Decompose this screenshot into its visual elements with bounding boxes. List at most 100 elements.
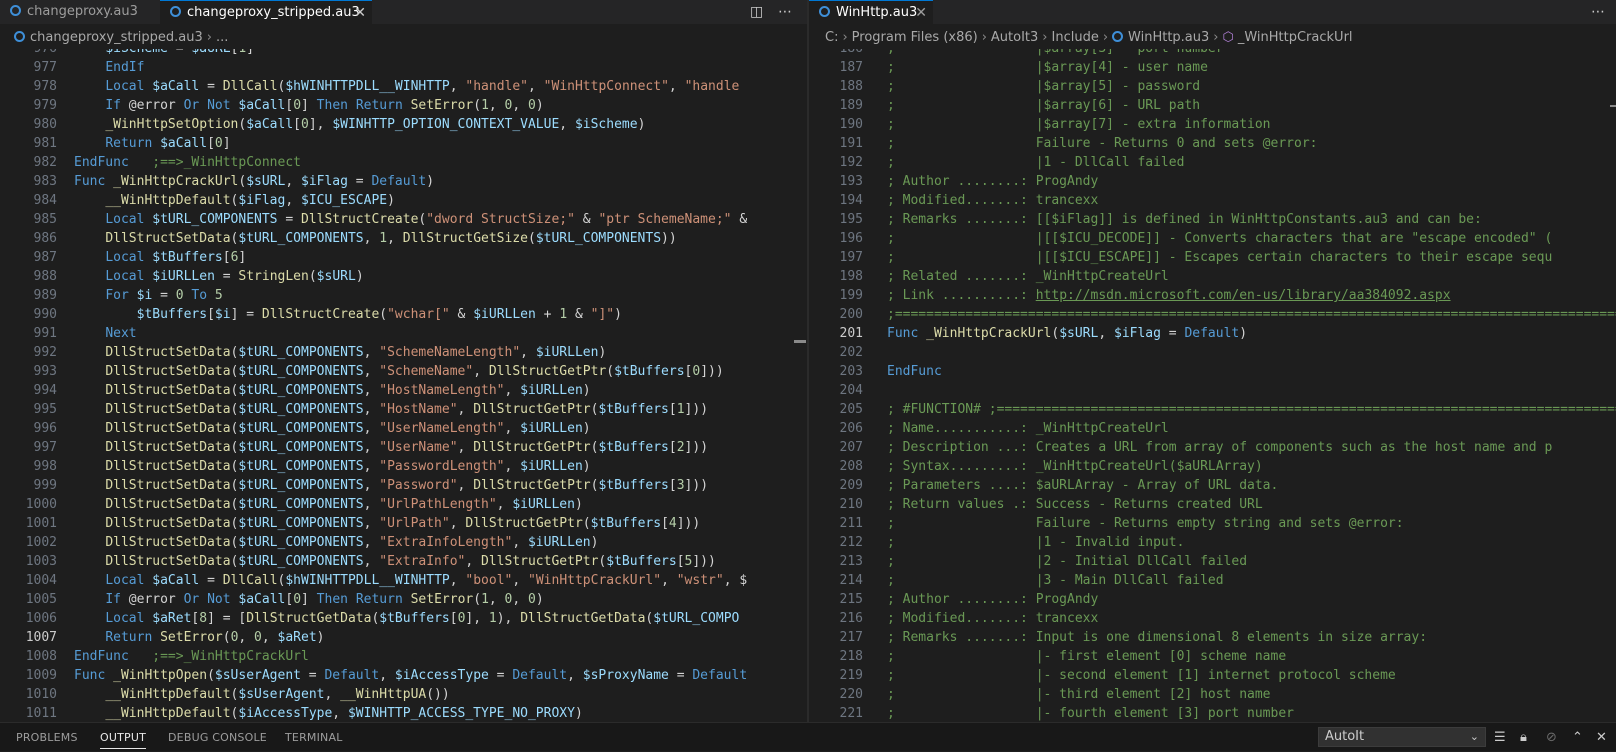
- right-code-editor[interactable]: 186 ; |$array[3] - port number 187 ; |$arra…: [809, 49, 1616, 722]
- code-line[interactable]: 1005 If @error Or Not $aCall[0] Then Ret…: [0, 590, 807, 609]
- breadcrumb-more[interactable]: ...: [216, 30, 228, 45]
- code-line[interactable]: 207 ; Description ...: Creates a URL from…: [809, 438, 1616, 457]
- tab-output[interactable]: OUTPUT: [100, 723, 147, 752]
- code-line[interactable]: 208 ; Syntax.........: _WinHttpCreateUrl(…: [809, 457, 1616, 476]
- breadcrumb-include[interactable]: Include: [1052, 30, 1099, 45]
- code-line[interactable]: 989 For $i = 0 To 5: [0, 286, 807, 305]
- code-line[interactable]: 191 ; Failure - Returns 0 and sets @error…: [809, 134, 1616, 153]
- code-line[interactable]: 194 ; Modified.......: trancexx: [809, 191, 1616, 210]
- code-line[interactable]: 199 ; Link ..........: http://msdn.micros…: [809, 286, 1616, 305]
- tab-winhttp[interactable]: WinHttp.au3 ✕: [809, 0, 933, 24]
- code-line[interactable]: 217 ; Remarks .......: Input is one dimen…: [809, 628, 1616, 647]
- code-line[interactable]: 197 ; |[[$ICU_ESCAPE]] - Escapes certain …: [809, 248, 1616, 267]
- code-line[interactable]: 1001 DllStructSetData ($tURL_COMPONENTS, …: [0, 514, 807, 533]
- code-line[interactable]: 209 ; Parameters ....: $aURLArray - Array…: [809, 476, 1616, 495]
- code-line[interactable]: 221 ; |- fourth element [3] port number: [809, 704, 1616, 722]
- code-line[interactable]: 978 Local $aCall = DllCall($hWINHTTPDLL_…: [0, 77, 807, 96]
- code-line[interactable]: 1002 DllStructSetData($tURL_COMPONENTS, …: [0, 533, 807, 552]
- code-line[interactable]: 986 DllStructSetData($tURL_COMPONENTS, 1…: [0, 229, 807, 248]
- tab-changeproxy[interactable]: changeproxy.au3: [0, 0, 156, 24]
- code-line[interactable]: 205 ; #FUNCTION# ;=======================…: [809, 400, 1616, 419]
- breadcrumb-program-files[interactable]: Program Files (x86): [852, 30, 978, 45]
- code-line[interactable]: 979 If @error Or Not $aCall[0] Then Retu…: [0, 96, 807, 115]
- breadcrumb-symbol[interactable]: _WinHttpCrackUrl: [1238, 30, 1353, 45]
- code-line[interactable]: 214 ; |3 - Main DllCall failed: [809, 571, 1616, 590]
- code-line[interactable]: 186 ; |$array[3] - port number: [809, 49, 1616, 58]
- tab-changeproxy-stripped[interactable]: changeproxy_stripped.au3 ✕: [160, 0, 372, 24]
- code-line[interactable]: 999 DllStructSetData($tURL_COMPONENTS, "…: [0, 476, 807, 495]
- code-line[interactable]: 1000 DllStructSetData($tURL_COMPONENTS, …: [0, 495, 807, 514]
- breadcrumb-drive[interactable]: C:: [825, 30, 838, 45]
- code-line[interactable]: 211 ; Failure - Returns empty string and …: [809, 514, 1616, 533]
- code-line[interactable]: 187 ; |$array[4] - user name: [809, 58, 1616, 77]
- code-line[interactable]: 998 DllStructSetData($tURL_COMPONENTS, "…: [0, 457, 807, 476]
- code-line[interactable]: 1009 Func _WinHttpOpen($sUserAgent = Defa…: [0, 666, 807, 685]
- code-line[interactable]: 193 ; Author ........: ProgAndy: [809, 172, 1616, 191]
- code-line[interactable]: 991 Next: [0, 324, 807, 343]
- code-line[interactable]: 216 ; Modified.......: trancexx: [809, 609, 1616, 628]
- tab-terminal[interactable]: TERMINAL: [285, 723, 343, 752]
- code-line[interactable]: 198 ; Related .......: _WinHttpCreateUrl: [809, 267, 1616, 286]
- code-line[interactable]: 996 DllStructSetData($tURL_COMPONENTS, "…: [0, 419, 807, 438]
- tab-debug-console[interactable]: DEBUG CONSOLE: [168, 723, 267, 752]
- code-line[interactable]: 994 DllStructSetData($tURL_COMPONENTS, "…: [0, 381, 807, 400]
- code-line[interactable]: 993 DllStructSetData ($tURL_COMPONENTS, "…: [0, 362, 807, 381]
- code-line[interactable]: 985 Local $tURL_COMPONENTS = DllStructCr…: [0, 210, 807, 229]
- code-line[interactable]: 987 Local $tBuffers[6]: [0, 248, 807, 267]
- left-code-editor[interactable]: 976 $iScheme = $aURL[1]977 EndIf978 Loca…: [0, 49, 807, 722]
- code-line[interactable]: 192 ; |1 - DllCall failed: [809, 153, 1616, 172]
- code-line[interactable]: 992 DllStructSetData($tURL_COMPONENTS, "…: [0, 343, 807, 362]
- code-line[interactable]: 1007 Return SetError(0, 0, $aRet): [0, 628, 807, 647]
- code-line[interactable]: 1006 Local $aRet[8] = [DllStructGetData(…: [0, 609, 807, 628]
- close-icon[interactable]: ✕: [915, 1, 927, 25]
- code-line[interactable]: 203 EndFunc: [809, 362, 1616, 381]
- code-line[interactable]: 204: [809, 381, 1616, 400]
- code-line[interactable]: 219 ; |- second element [1] internet prot…: [809, 666, 1616, 685]
- code-line[interactable]: 218 ; |- first element [0] scheme name: [809, 647, 1616, 666]
- code-line[interactable]: 1004 Local $aCall = DllCall($hWINHTTPDLL…: [0, 571, 807, 590]
- code-line[interactable]: 206 ; Name...........: _WinHttpCreateUrl: [809, 419, 1616, 438]
- code-line[interactable]: 984 __WinHttpDefault($iFlag, $ICU_ESCAPE…: [0, 191, 807, 210]
- code-line[interactable]: 990 $tBuffers[$i] = DllStructCreate("wch…: [0, 305, 807, 324]
- code-line[interactable]: 196 ; |[[$ICU_DECODE]] - Converts charact…: [809, 229, 1616, 248]
- code-line[interactable]: 988 Local $iURLLen = StringLen($sURL): [0, 267, 807, 286]
- code-line[interactable]: 215 ; Author ........: ProgAndy: [809, 590, 1616, 609]
- code-line[interactable]: 188 ; |$array[5] - password: [809, 77, 1616, 96]
- code-line[interactable]: 212 ; |1 - Invalid input.: [809, 533, 1616, 552]
- code-line[interactable]: 220 ; |- third element [2] host name: [809, 685, 1616, 704]
- code-line[interactable]: 190 ; |$array[7] - extra information: [809, 115, 1616, 134]
- close-icon[interactable]: ✕: [354, 1, 366, 25]
- code-line[interactable]: 976 $iScheme = $aURL[1]: [0, 49, 807, 58]
- code-line[interactable]: 980 _WinHttpSetOption($aCall[0], $WINHTT…: [0, 115, 807, 134]
- clear-output-icon[interactable]: ⊘: [1546, 723, 1557, 752]
- filter-list-icon[interactable]: ☰: [1494, 723, 1506, 752]
- code-line[interactable]: 202: [809, 343, 1616, 362]
- code-line[interactable]: 1003 DllStructSetData($tURL_COMPONENTS, …: [0, 552, 807, 571]
- code-line[interactable]: 1008 EndFunc ;==>_WinHttpCrackUrl: [0, 647, 807, 666]
- code-line[interactable]: 982 EndFunc ;==>_WinHttpConnect: [0, 153, 807, 172]
- code-line[interactable]: 997 DllStructSetData($tURL_COMPONENTS, "…: [0, 438, 807, 457]
- output-channel-select[interactable]: AutoIt ⌄: [1318, 727, 1486, 747]
- code-line[interactable]: 213 ; |2 - Initial DllCall failed: [809, 552, 1616, 571]
- code-line[interactable]: 201 Func _WinHttpCrackUrl($sURL, $iFlag =…: [809, 324, 1616, 343]
- code-line[interactable]: 995 DllStructSetData($tURL_COMPONENTS, "…: [0, 400, 807, 419]
- maximize-panel-icon[interactable]: ⌃: [1572, 723, 1583, 752]
- tab-problems[interactable]: PROBLEMS: [16, 723, 78, 752]
- code-line[interactable]: 189 ; |$array[6] - URL path: [809, 96, 1616, 115]
- code-line[interactable]: 1011 __WinHttpDefault($iAccessType, $WIN…: [0, 704, 807, 722]
- breadcrumb-file[interactable]: WinHttp.au3: [1128, 30, 1209, 45]
- code-line[interactable]: 195 ; Remarks .......: [[$iFlag]] is defi…: [809, 210, 1616, 229]
- code-line[interactable]: 1010 __WinHttpDefault($sUserAgent, __Win…: [0, 685, 807, 704]
- code-line[interactable]: 983 Func _WinHttpCrackUrl($sURL, $iFlag =…: [0, 172, 807, 191]
- close-panel-icon[interactable]: ✕: [1596, 723, 1607, 752]
- more-actions-icon[interactable]: ⋯: [1591, 0, 1605, 24]
- code-line[interactable]: 981 Return $aCall[0]: [0, 134, 807, 153]
- breadcrumb-autoit3[interactable]: AutoIt3: [991, 30, 1038, 45]
- more-actions-icon[interactable]: ⋯: [778, 0, 792, 24]
- lock-icon[interactable]: 🔒︎: [1520, 723, 1527, 752]
- breadcrumb-file[interactable]: changeproxy_stripped.au3: [30, 30, 203, 45]
- code-line[interactable]: 977 EndIf: [0, 58, 807, 77]
- code-line[interactable]: 200 ;====================================…: [809, 305, 1616, 324]
- code-line[interactable]: 210 ; Return values .: Success - Returns …: [809, 495, 1616, 514]
- split-editor-icon[interactable]: ◫: [750, 0, 763, 24]
